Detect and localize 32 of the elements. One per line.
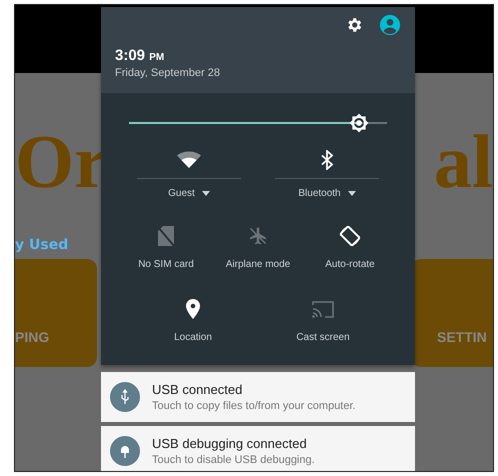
notification-title: USB debugging connected [152, 436, 308, 451]
logo-text: Or [15, 119, 108, 206]
cast-icon[interactable] [312, 298, 334, 320]
tile-dropdown[interactable]: Bluetooth [298, 188, 356, 199]
notification-text: Touch to copy files to/from your computer. [152, 400, 356, 412]
airplane-off-icon[interactable] [248, 225, 268, 247]
tile-label[interactable]: Location [174, 332, 212, 343]
notification-card[interactable]: USB debugging connected Touch to disable USB debugging. [101, 426, 415, 471]
tile-label[interactable]: Auto-rotate [325, 259, 375, 270]
clock-time: 3:09 PM [115, 47, 166, 64]
date-text: Friday, September 28 [115, 67, 221, 79]
bluetooth-icon[interactable] [320, 150, 334, 170]
rotate-icon[interactable] [338, 225, 362, 247]
logo-text: al [434, 119, 493, 206]
notification-card[interactable]: USB connected Touch to copy files to/from your computer. [101, 372, 415, 422]
usb-icon [110, 382, 140, 412]
tile-label[interactable]: No SIM card [138, 259, 194, 270]
tile-dropdown[interactable]: Guest [168, 188, 210, 199]
user-avatar-icon[interactable] [379, 14, 401, 36]
android-icon [110, 436, 140, 466]
tile-label[interactable]: Cast screen [296, 332, 350, 343]
tile-label[interactable]: Airplane mode [226, 259, 290, 270]
location-pin-icon[interactable] [186, 298, 200, 320]
caret-icon[interactable] [348, 191, 356, 196]
sim-card-off-icon[interactable] [158, 225, 174, 247]
caret-icon[interactable] [202, 191, 210, 196]
section-title: y Used [15, 237, 70, 253]
notification-text: Touch to disable USB debugging. [152, 454, 315, 466]
wifi-icon[interactable] [177, 150, 201, 170]
brightness-icon[interactable] [348, 113, 369, 133]
brightness-slider[interactable] [129, 113, 387, 133]
notification-title: USB connected [152, 382, 244, 397]
